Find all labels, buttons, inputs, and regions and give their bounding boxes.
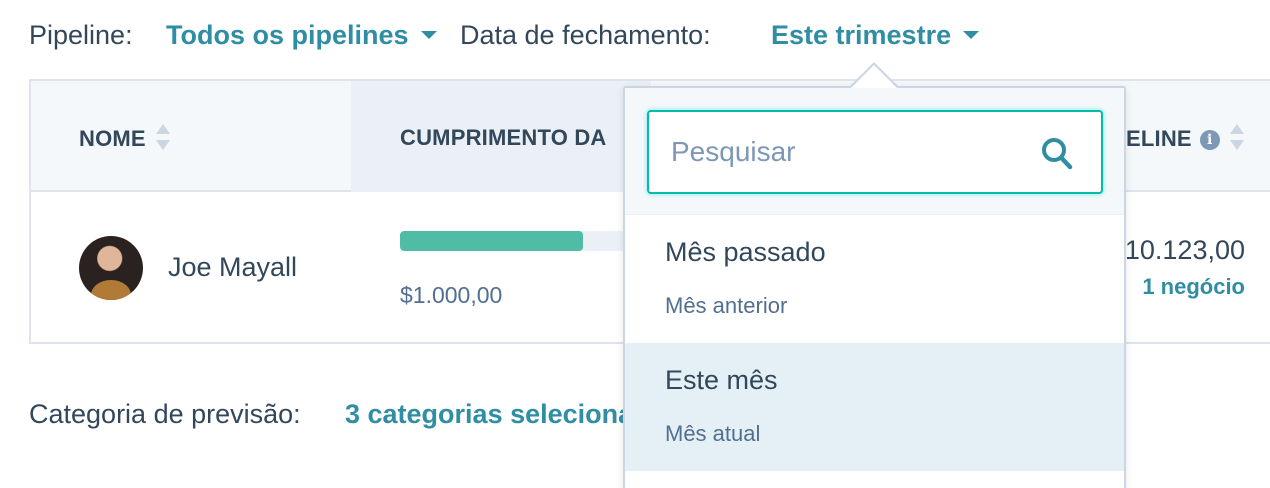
sort-icon[interactable]: [155, 123, 170, 153]
filter-bar: Pipeline: Todos os pipelines Data de fec…: [0, 0, 1270, 78]
forecast-category-dropdown[interactable]: 3 categorias seleciona: [345, 399, 633, 430]
column-header-fulfillment[interactable]: CUMPRIMENTO DA: [400, 125, 607, 151]
avatar: [79, 236, 143, 300]
dropdown-search-box[interactable]: [647, 110, 1103, 194]
option-subtitle: Mês anterior: [665, 293, 788, 318]
caret-down-icon: [420, 30, 437, 39]
close-date-dropdown-menu: Mês passado Mês anterior Este mês Mês at…: [623, 86, 1126, 488]
option-subtitle: Mês atual: [665, 421, 761, 446]
owner-name[interactable]: Joe Mayall: [168, 252, 297, 283]
sort-icon[interactable]: [1229, 123, 1244, 153]
pipeline-filter-value: Todos os pipelines: [166, 20, 409, 50]
fulfillment-amount: $1.000,00: [400, 282, 503, 308]
column-header-pipeline-label: ELINE: [1126, 125, 1192, 151]
search-icon[interactable]: [1041, 137, 1073, 171]
dropdown-search-area: [625, 88, 1124, 215]
column-header-name-label: NOME: [79, 125, 146, 151]
column-header-pipeline[interactable]: ELINE i: [1126, 123, 1244, 155]
close-date-filter-value: Este trimestre: [771, 20, 952, 50]
dropdown-option-this-month[interactable]: Este mês Mês atual: [625, 343, 1124, 471]
column-header-name[interactable]: NOME: [79, 123, 170, 155]
caret-down-icon: [963, 30, 980, 39]
close-date-filter-label: Data de fechamento:: [460, 20, 711, 50]
pipeline-filter-dropdown[interactable]: Todos os pipelines: [166, 20, 437, 51]
option-title: Mês passado: [665, 237, 826, 267]
pipeline-deals-link[interactable]: 1 negócio: [1142, 274, 1245, 300]
pipeline-filter-label: Pipeline:: [29, 20, 133, 50]
close-date-filter-dropdown[interactable]: Este trimestre: [771, 20, 980, 51]
forecast-category-label: Categoria de previsão:: [29, 399, 301, 429]
dropdown-pointer-fill: [851, 65, 897, 88]
option-title: Este mês: [665, 365, 778, 395]
info-icon[interactable]: i: [1199, 130, 1220, 150]
search-input[interactable]: [649, 112, 1029, 192]
dropdown-option-last-month[interactable]: Mês passado Mês anterior: [625, 215, 1124, 343]
pipeline-amount: 10.123,00: [1124, 235, 1245, 265]
fulfillment-progress-fill: [400, 231, 583, 251]
